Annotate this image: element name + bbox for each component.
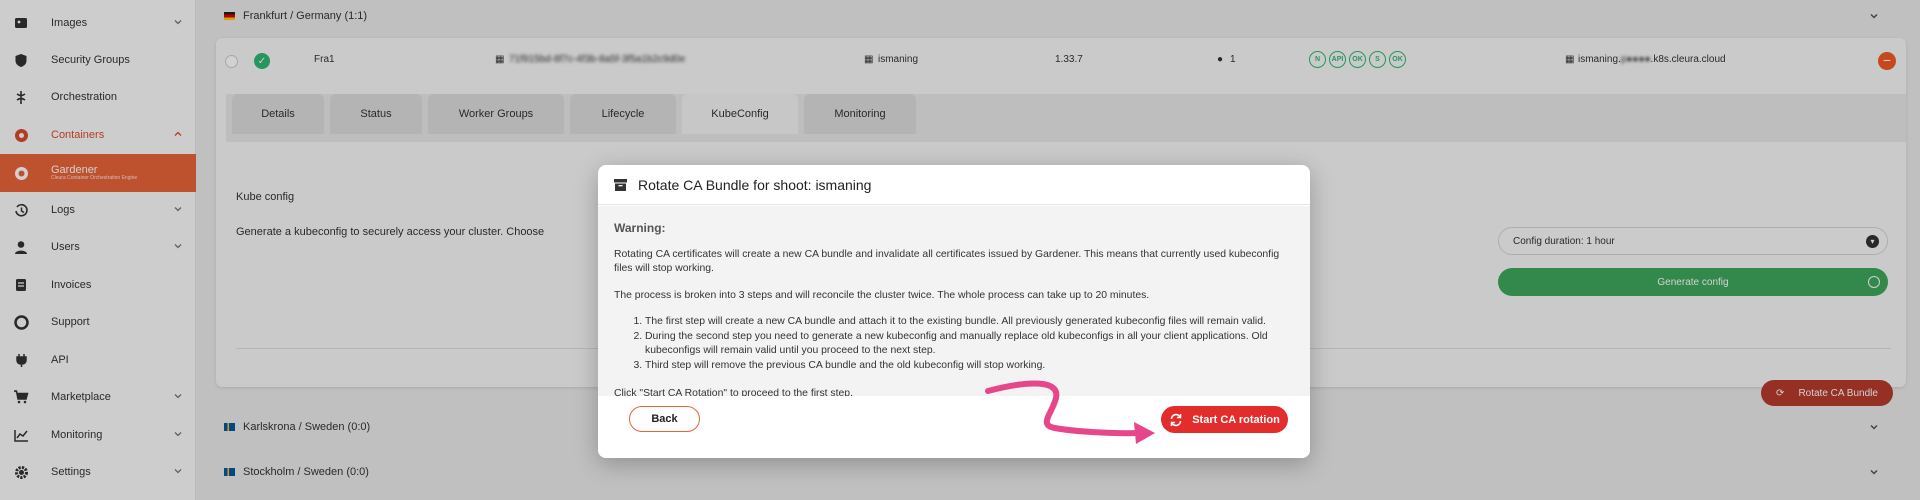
list-item: During the second step you need to gener… [645, 330, 1294, 359]
modal-footer: Back Start CA rotation [598, 396, 1310, 458]
process-paragraph: The process is broken into 3 steps and w… [614, 289, 1150, 301]
list-item: The first step will create a new CA bund… [645, 315, 1294, 330]
start-ca-rotation-button[interactable]: Start CA rotation [1161, 406, 1288, 433]
modal-title: Rotate CA Bundle for shoot: ismaning [638, 176, 872, 193]
warning-paragraph: Rotating CA certificates will create a n… [614, 248, 1280, 275]
back-button[interactable]: Back [629, 406, 700, 432]
start-ca-rotation-label: Start CA rotation [1192, 413, 1280, 426]
modal-header: Rotate CA Bundle for shoot: ismaning [598, 165, 1310, 205]
modal-body: Warning: Rotating CA certificates will c… [598, 206, 1310, 399]
warning-label: Warning: [614, 221, 666, 235]
refresh-icon [1170, 413, 1182, 426]
rotate-ca-modal: Rotate CA Bundle for shoot: ismaning War… [598, 165, 1310, 458]
steps-list: The first step will create a new CA bund… [614, 315, 1294, 373]
archive-box-icon [614, 178, 627, 191]
list-item: Third step will remove the previous CA b… [645, 359, 1294, 374]
